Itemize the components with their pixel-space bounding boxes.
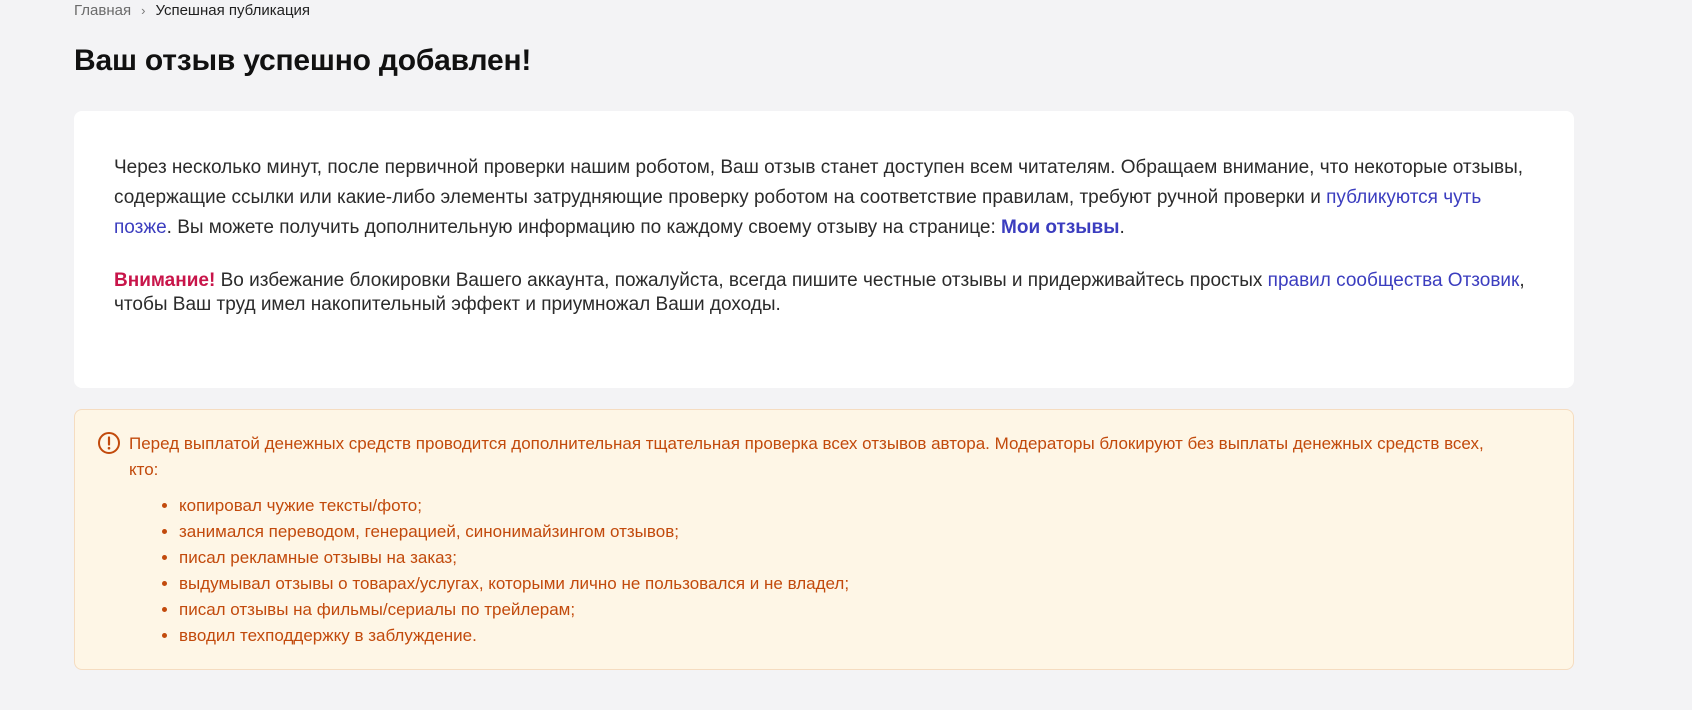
exclamation-circle-icon xyxy=(98,432,120,454)
list-item: писал рекламные отзывы на заказ; xyxy=(179,545,849,571)
attention-text-1: Во избежание блокировки Вашего аккаунта,… xyxy=(215,270,1268,291)
page-title: Ваш отзыв успешно добавлен! xyxy=(74,44,532,77)
breadcrumb: Главная › Успешная публикация xyxy=(74,0,310,20)
list-item: копировал чужие тексты/фото; xyxy=(179,493,849,519)
warning-intro: Перед выплатой денежных средств проводит… xyxy=(129,434,1484,479)
my-reviews-link[interactable]: Мои отзывы xyxy=(1001,217,1119,238)
list-item: занимался переводом, генерацией, синоним… xyxy=(179,519,849,545)
breadcrumb-home-link[interactable]: Главная xyxy=(74,2,131,19)
community-rules-link[interactable]: правил сообщества Отзовик xyxy=(1268,270,1520,291)
attention-label: Внимание! xyxy=(114,270,216,291)
list-item: писал отзывы на фильмы/сериалы по трейле… xyxy=(179,597,849,623)
payout-warning-box: Перед выплатой денежных средств проводит… xyxy=(74,409,1574,670)
breadcrumb-current: Успешная публикация xyxy=(155,1,311,19)
info-card: Через несколько минут, после первичной п… xyxy=(74,111,1574,388)
info-paragraph: Через несколько минут, после первичной п… xyxy=(114,153,1534,243)
info-text-1: Через несколько минут, после первичной п… xyxy=(114,157,1524,208)
breadcrumb-separator: › xyxy=(141,2,146,18)
info-text-end: . xyxy=(1119,217,1125,238)
attention-paragraph: Внимание! Во избежание блокировки Вашего… xyxy=(114,269,1534,317)
info-text-2: . Вы можете получить дополнительную инфо… xyxy=(166,217,1002,238)
violation-list: копировал чужие тексты/фото; занимался п… xyxy=(155,493,849,649)
list-item: вводил техподдержку в заблуждение. xyxy=(179,623,849,649)
list-item: выдумывал отзывы о товарах/услугах, кото… xyxy=(179,571,849,597)
